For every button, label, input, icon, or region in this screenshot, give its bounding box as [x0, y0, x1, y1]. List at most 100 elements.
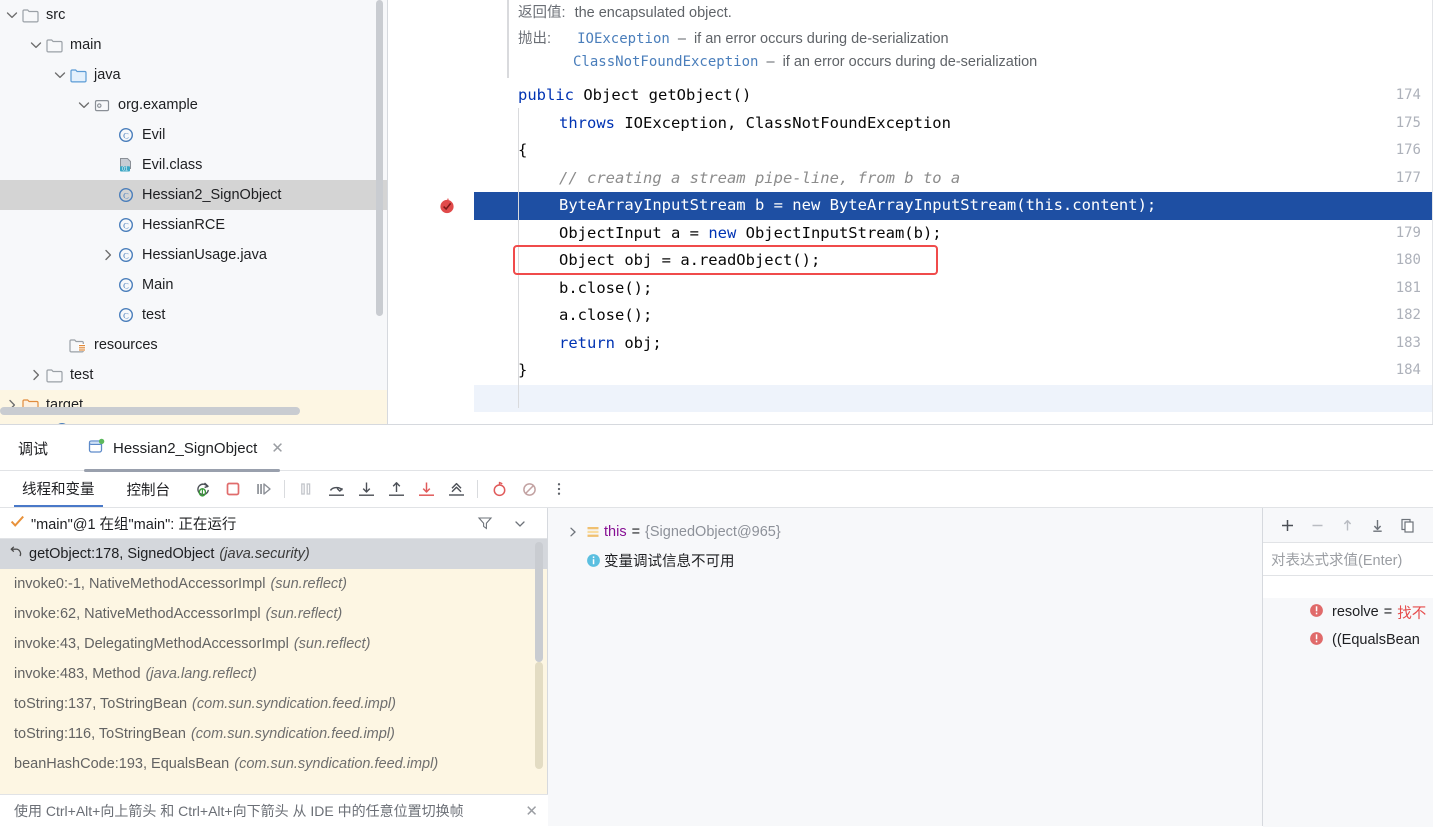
- close-icon[interactable]: ✕: [271, 439, 284, 457]
- tree-item-evil-class[interactable]: 01 Evil.class: [0, 150, 387, 180]
- debug-session-tab[interactable]: Hessian2_SignObject ✕: [80, 430, 292, 466]
- code-line-185[interactable]: [474, 384, 1433, 412]
- stack-frame-row[interactable]: getObject:178, SignedObject (java.securit…: [0, 539, 547, 569]
- stack-frame-row[interactable]: invoke:43, DelegatingMethodAccessorImpl(…: [0, 629, 547, 659]
- code-line-178[interactable]: ByteArrayInputStream b = new ByteArrayIn…: [474, 192, 1433, 220]
- java-class-icon: C: [116, 127, 136, 143]
- evaluate-expression-input[interactable]: 对表达式求值(Enter): [1263, 543, 1433, 576]
- svg-text:C: C: [123, 310, 129, 320]
- code-line-176[interactable]: {: [474, 137, 1433, 165]
- run-to-cursor-icon[interactable]: [441, 475, 471, 503]
- tree-item-target[interactable]: target: [0, 390, 387, 420]
- code-line-174[interactable]: public Object getObject(): [474, 82, 1433, 110]
- chevron-down-icon[interactable]: [4, 7, 20, 23]
- move-up-icon[interactable]: [1333, 512, 1361, 538]
- chevron-right-icon[interactable]: [100, 247, 116, 263]
- frame-method: beanHashCode:193, EqualsBean: [14, 756, 230, 772]
- frame-method: getObject:178, SignedObject: [29, 546, 215, 562]
- stack-frame-row[interactable]: beanHashCode:193, EqualsBean (com.sun.syn…: [0, 749, 547, 779]
- tree-item-label: resources: [94, 337, 158, 353]
- view-breakpoints-icon[interactable]: [484, 475, 514, 503]
- close-icon[interactable]: ✕: [525, 802, 538, 820]
- tree-item-resources[interactable]: resources: [0, 330, 387, 360]
- tree-item-org-example[interactable]: org.example: [0, 90, 387, 120]
- variable-info-message-row: 变量调试信息不可用: [548, 546, 1262, 574]
- project-tree-panel[interactable]: src main java org.example C Evil 01 Evil.class C…: [0, 0, 388, 424]
- indent-guide: [518, 108, 519, 408]
- code-line-182[interactable]: a.close();: [474, 302, 1433, 330]
- tree-item-main[interactable]: C Main: [0, 270, 387, 300]
- pause-program-icon[interactable]: [291, 475, 321, 503]
- chevron-down-icon[interactable]: [76, 97, 92, 113]
- tree-vertical-scrollbar[interactable]: [376, 0, 383, 316]
- chevron-right-icon[interactable]: [28, 367, 44, 383]
- tree-item-label: Evil.class: [142, 157, 203, 173]
- code-line-175[interactable]: throws IOException, ClassNotFoundExcepti…: [474, 110, 1433, 138]
- mute-breakpoints-icon[interactable]: [514, 475, 544, 503]
- tree-item-test[interactable]: Ctest: [0, 300, 387, 330]
- javadoc-throws-type-1[interactable]: ClassNotFoundException: [573, 54, 758, 70]
- watch-row-equalsbean[interactable]: ((EqualsBean: [1263, 626, 1433, 654]
- toolbar-divider-1: [284, 480, 285, 498]
- step-into-icon[interactable]: [351, 475, 381, 503]
- java-class-icon: C: [116, 277, 136, 293]
- filter-icon[interactable]: [477, 515, 493, 534]
- copy-icon[interactable]: [1393, 512, 1421, 538]
- variable-row-this[interactable]: this = {SignedObject@965}: [548, 518, 1262, 546]
- frame-method: toString:116, ToStringBean: [14, 726, 186, 742]
- breakpoint-icon[interactable]: [438, 197, 456, 215]
- tree-item-java[interactable]: java: [0, 60, 387, 90]
- watch-row-resolve[interactable]: resolve = 找不: [1263, 598, 1433, 626]
- tree-item-main[interactable]: main: [0, 30, 387, 60]
- stack-frame-row[interactable]: toString:137, ToStringBean (com.sun.syndi…: [0, 689, 547, 719]
- tree-item-hessianrce[interactable]: C HessianRCE: [0, 210, 387, 240]
- step-out-icon[interactable]: [381, 475, 411, 503]
- watch-list[interactable]: resolve = 找不 ((EqualsBean: [1263, 598, 1433, 827]
- tree-item-hessian2-signobject[interactable]: C Hessian2_SignObject: [0, 180, 387, 210]
- tree-item-src[interactable]: src: [0, 0, 387, 30]
- more-options-icon[interactable]: [544, 475, 574, 503]
- frames-scrollbar-thumb[interactable]: [535, 542, 543, 662]
- step-over-icon[interactable]: [321, 475, 351, 503]
- code-line-181[interactable]: b.close();: [474, 275, 1433, 303]
- code-editor[interactable]: 返回值: the encapsulated object. 抛出: IOExce…: [388, 0, 1433, 424]
- variables-panel[interactable]: this = {SignedObject@965} 变量调试信息不可用: [548, 508, 1263, 826]
- frame-package: (java.security): [219, 546, 310, 562]
- stop-icon[interactable]: [218, 475, 248, 503]
- remove-watch-icon[interactable]: [1303, 512, 1331, 538]
- folder-icon: [44, 367, 64, 383]
- frames-list[interactable]: getObject:178, SignedObject (java.securit…: [0, 539, 547, 794]
- frame-method: invoke:43, DelegatingMethodAccessorImpl: [14, 636, 289, 652]
- thread-selector[interactable]: "main"@1 在组"main": 正在运行: [0, 508, 547, 539]
- javadoc-throws-type-0[interactable]: IOException: [577, 31, 670, 47]
- editor-gutter[interactable]: [388, 0, 474, 424]
- chevron-right-icon[interactable]: [564, 526, 582, 538]
- watch-error-text: 找不: [1397, 605, 1427, 622]
- move-down-icon[interactable]: [1363, 512, 1391, 538]
- tab-console[interactable]: 控制台: [119, 471, 179, 507]
- chevron-down-icon[interactable]: [513, 517, 527, 534]
- tree-item-hessianusage-java[interactable]: C HessianUsage.java: [0, 240, 387, 270]
- tab-threads-and-variables[interactable]: 线程和变量: [14, 471, 103, 507]
- rerun-debug-icon[interactable]: [188, 475, 218, 503]
- javadoc-throws-desc-1: if an error occurs during de-serializati…: [782, 54, 1038, 70]
- code-line-179[interactable]: ObjectInput a = new ObjectInputStream(b)…: [474, 220, 1433, 248]
- tree-horizontal-scrollbar[interactable]: [0, 407, 300, 415]
- chevron-down-icon[interactable]: [28, 37, 44, 53]
- tree-item-test[interactable]: test: [0, 360, 387, 390]
- stack-frame-row[interactable]: invoke:483, Method (java.lang.reflect): [0, 659, 547, 689]
- tree-item-evil[interactable]: C Evil: [0, 120, 387, 150]
- add-watch-icon[interactable]: [1273, 512, 1301, 538]
- resume-program-icon[interactable]: [248, 475, 278, 503]
- code-line-180[interactable]: Object obj = a.readObject();: [474, 247, 1433, 275]
- code-line-184[interactable]: }: [474, 357, 1433, 385]
- force-step-into-icon[interactable]: [411, 475, 441, 503]
- stack-frame-row[interactable]: invoke0:-1, NativeMethodAccessorImpl (sun…: [0, 569, 547, 599]
- code-line-183[interactable]: return obj;: [474, 330, 1433, 358]
- stack-frame-row[interactable]: invoke:62, NativeMethodAccessorImpl (sun.…: [0, 599, 547, 629]
- stack-frame-row[interactable]: toString:116, ToStringBean (com.sun.syndi…: [0, 719, 547, 749]
- frames-scrollbar-track[interactable]: [535, 662, 543, 769]
- chevron-down-icon[interactable]: [52, 67, 68, 83]
- watch-name: ((EqualsBean: [1332, 632, 1420, 648]
- code-line-177[interactable]: // creating a stream pipe-line, from b t…: [474, 165, 1433, 193]
